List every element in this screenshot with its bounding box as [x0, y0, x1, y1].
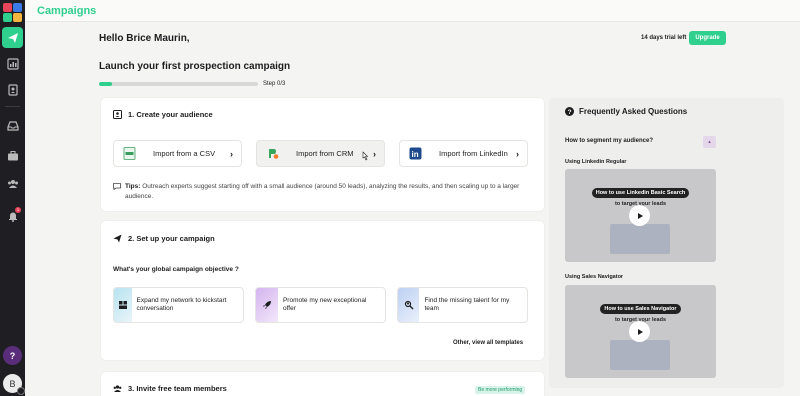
- sidebar-item-inbox[interactable]: [2, 115, 23, 136]
- upgrade-button[interactable]: Upgrade: [689, 31, 726, 45]
- video-thumbnail: [610, 224, 670, 254]
- sidebar-item-analytics[interactable]: [2, 53, 23, 74]
- video-sales-navigator[interactable]: How to use Sales Navigator to target you…: [565, 285, 716, 378]
- sidebar-divider: [5, 106, 20, 107]
- faq-title: ? Frequently Asked Questions: [565, 107, 687, 116]
- objective-card-network[interactable]: Expand my network to kickstart conversat…: [113, 287, 244, 323]
- page-title: Campaigns: [37, 5, 97, 17]
- audience-card-title: 1. Create your audience: [113, 110, 213, 119]
- objective-card-offer[interactable]: Promote my new exceptional offer: [255, 287, 386, 323]
- top-bar: Campaigns: [25, 0, 800, 22]
- objective-offer-label: Promote my new exceptional offer: [282, 297, 367, 312]
- audience-card: 1. Create your audience Import from a CS…: [101, 98, 544, 211]
- team-icon: [7, 179, 18, 188]
- faq-panel: ? Frequently Asked Questions How to segm…: [549, 98, 784, 388]
- sidebar-item-tasks[interactable]: [2, 145, 23, 166]
- app-logo[interactable]: [3, 3, 22, 22]
- svg-text:in: in: [412, 150, 419, 159]
- sidebar-item-campaigns[interactable]: [2, 27, 23, 48]
- svg-text:?: ?: [568, 109, 572, 116]
- performance-badge: Be more performing: [475, 386, 526, 394]
- team-card: 3. Invite free team members Be more perf…: [101, 372, 544, 396]
- chat-bubble-icon: [113, 183, 121, 190]
- tips-label: Tips:: [125, 183, 141, 190]
- send-icon: [113, 234, 122, 243]
- progress-bar: [99, 82, 258, 86]
- sidebar-item-notifications[interactable]: 1: [2, 205, 23, 226]
- chevron-right-icon: ›: [373, 149, 376, 159]
- objective-question: What's your global campaign objective ?: [113, 266, 239, 273]
- question-circle-icon: ?: [565, 107, 574, 116]
- video-linkedin-search[interactable]: How to use Linkedin Basic Search to targ…: [565, 169, 716, 262]
- play-icon[interactable]: [629, 321, 650, 342]
- chevron-right-icon: ›: [230, 149, 233, 159]
- import-csv-label: Import from a CSV: [153, 149, 216, 158]
- talent-icon: [398, 288, 420, 322]
- step-label: Step 0/3: [263, 81, 286, 87]
- faq-section-linkedin: Using Linkedin Regular: [565, 159, 627, 165]
- settings-dot-icon: [17, 387, 25, 395]
- team-card-title: 3. Invite free team members: [113, 384, 227, 393]
- linkedin-icon: in: [409, 147, 422, 160]
- sidebar-item-team[interactable]: [2, 173, 23, 194]
- play-icon[interactable]: [629, 205, 650, 226]
- video-thumbnail: [610, 340, 670, 370]
- chevron-right-icon: ›: [516, 149, 519, 159]
- tips-body: Outreach experts suggest starting off wi…: [125, 183, 520, 200]
- campaign-title-text: 2. Set up your campaign: [128, 234, 215, 243]
- campaign-card-title: 2. Set up your campaign: [113, 234, 215, 243]
- contacts-icon: [113, 110, 122, 119]
- import-linkedin-label: Import from LinkedIn: [439, 149, 508, 158]
- csv-icon: [123, 147, 136, 160]
- avatar[interactable]: B: [3, 374, 25, 395]
- cursor-pointer-icon: [362, 151, 369, 161]
- import-linkedin-button[interactable]: in Import from LinkedIn ›: [399, 140, 528, 167]
- network-icon: [114, 288, 132, 322]
- briefcase-icon: [7, 150, 18, 160]
- crm-icon: [266, 147, 279, 160]
- launch-title: Launch your first prospection campaign: [99, 61, 291, 72]
- objective-talent-label: Find the missing talent for my team: [424, 297, 510, 312]
- objective-network-label: Expand my network to kickstart conversat…: [136, 297, 227, 312]
- help-button[interactable]: ?: [3, 346, 22, 365]
- audience-title-text: 1. Create your audience: [128, 110, 213, 119]
- sidebar-item-contacts[interactable]: [2, 79, 23, 100]
- video-title-pill: How to use Sales Navigator: [600, 304, 681, 314]
- import-csv-button[interactable]: Import from a CSV ›: [113, 140, 242, 167]
- trial-status: 14 days trial left: [641, 35, 687, 41]
- team-icon: [113, 385, 122, 392]
- view-templates-link[interactable]: Other, view all templates: [453, 340, 523, 346]
- inbox-icon: [6, 120, 19, 131]
- tips-text: Tips: Outreach experts suggest starting …: [113, 182, 528, 202]
- video-title-pill: How to use Linkedin Basic Search: [591, 188, 690, 198]
- faq-title-text: Frequently Asked Questions: [579, 107, 688, 116]
- greeting: Hello Brice Maurin,: [99, 33, 190, 44]
- progress-fill: [99, 82, 112, 86]
- notification-badge: 1: [15, 207, 21, 213]
- import-crm-button[interactable]: Import from CRM ›: [256, 140, 385, 167]
- contacts-book-icon: [7, 83, 18, 96]
- avatar-initial: B: [9, 378, 16, 389]
- rocket-icon: [256, 288, 278, 322]
- send-icon: [7, 32, 18, 43]
- sidebar: 1 ? B: [0, 0, 25, 396]
- collapse-icon[interactable]: ▴: [703, 136, 716, 148]
- team-title-text: 3. Invite free team members: [128, 384, 227, 393]
- objective-card-talent[interactable]: Find the missing talent for my team: [397, 287, 528, 323]
- bar-chart-icon: [6, 57, 19, 70]
- faq-section-sales-navigator: Using Sales Navigator: [565, 274, 624, 280]
- faq-question[interactable]: How to segment my audience?: [565, 138, 653, 144]
- campaign-card: 2. Set up your campaign What's your glob…: [101, 221, 544, 360]
- import-crm-label: Import from CRM: [296, 149, 354, 158]
